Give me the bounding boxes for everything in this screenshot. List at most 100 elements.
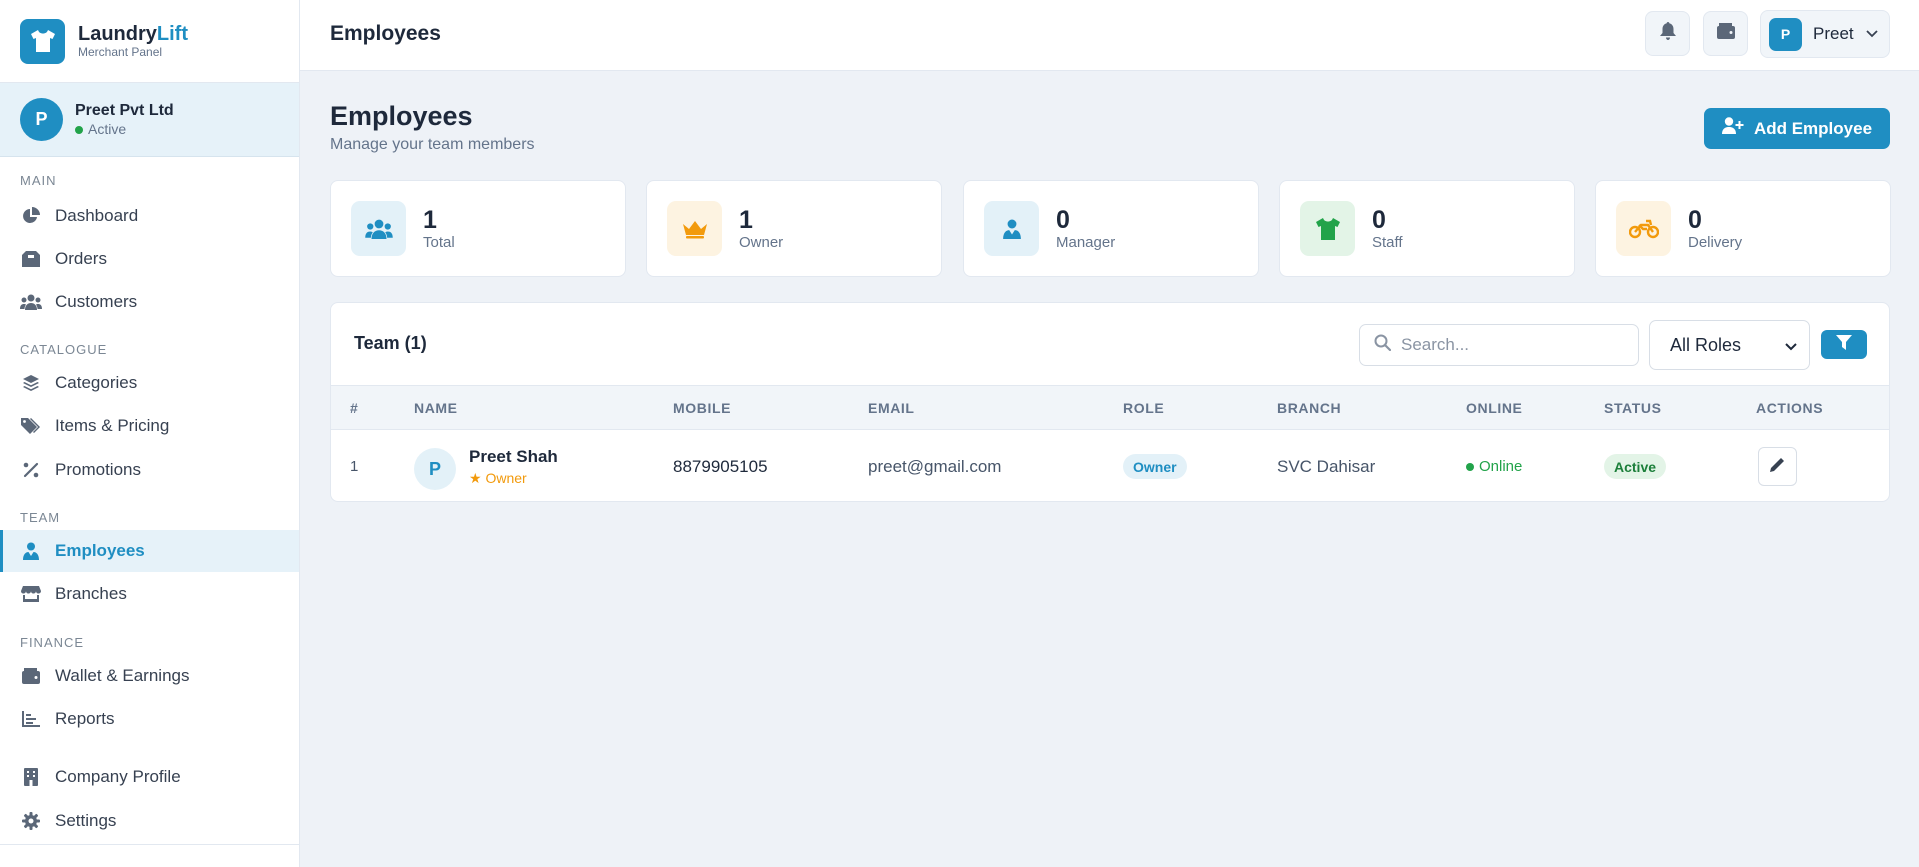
percent-icon [20,462,42,478]
page-title: Employees [330,101,473,131]
column-mobile: MOBILE [673,400,732,416]
table-row: 1 P Preet Shah ★ Owner 8879905105 preet@… [331,430,1889,501]
stat-value: 0 [1688,205,1702,234]
bell-icon [1659,22,1676,45]
search-input[interactable] [1401,335,1621,355]
notifications-button[interactable] [1645,11,1690,56]
status-badge: Active [1604,454,1667,479]
employee-name: Preet Shah [469,447,558,466]
section-team: TEAM [20,510,61,525]
stat-value: 0 [1372,205,1386,234]
wallet-icon [20,668,42,684]
column-name: NAME [414,400,458,416]
employee-mobile: 8879905105 [673,457,768,476]
wallet-icon [1716,23,1735,44]
crown-icon [667,201,722,256]
column-online: ONLINE [1466,400,1523,416]
stat-label: Owner [739,233,784,251]
sidebar-item-company-profile[interactable]: Company Profile [0,756,299,798]
column-status: STATUS [1604,400,1662,416]
section-main: MAIN [20,173,57,188]
online-status: Online [1466,458,1522,475]
stat-card-staff: 0 Staff [1279,180,1575,277]
role-filter-value: All Roles [1670,334,1742,355]
add-employee-button[interactable]: Add Employee [1704,108,1890,149]
sidebar-item-employees[interactable]: Employees [0,530,299,572]
chart-pie-icon [20,207,42,225]
user-plus-icon [1721,117,1754,140]
company-name: Preet Pvt Ltd [75,102,174,119]
page-subtitle: Manage your team members [330,136,535,153]
sidebar-item-reports[interactable]: Reports [0,698,299,740]
box-icon [20,251,42,267]
stat-label: Delivery [1688,233,1743,251]
user-tie-icon [984,201,1039,256]
layers-icon [20,374,42,392]
tshirt-icon [20,18,65,64]
tags-icon [20,417,42,435]
stat-label: Staff [1372,233,1403,251]
search-field[interactable] [1359,324,1639,366]
user-name: Preet [1813,24,1854,43]
sidebar-item-branches[interactable]: Branches [0,573,299,615]
sidebar-item-settings[interactable]: Settings [0,800,299,842]
building-icon [20,768,42,786]
shirt-icon [1300,201,1355,256]
chevron-down-icon [1785,335,1797,356]
sidebar-item-customers[interactable]: Customers [0,281,299,323]
sidebar-item-categories[interactable]: Categories [0,362,299,404]
stat-value: 0 [1056,205,1070,234]
topbar-title: Employees [330,22,441,45]
stat-card-manager: 0 Manager [963,180,1259,277]
sidebar-item-dashboard[interactable]: Dashboard [0,195,299,237]
sidebar-item-wallet[interactable]: Wallet & Earnings [0,655,299,697]
user-menu-button[interactable]: P Preet [1760,10,1890,58]
team-card: Team (1) All Roles # NAME MOBILE EMAIL R… [330,302,1890,502]
brand[interactable]: LaundryLift Merchant Panel [0,0,299,83]
users-icon [20,294,42,310]
sidebar-item-items-pricing[interactable]: Items & Pricing [0,405,299,447]
team-title: Team (1) [354,333,427,353]
user-tie-icon [20,542,42,560]
online-dot-icon [1466,462,1474,471]
search-icon [1374,334,1392,356]
sidebar: LaundryLift Merchant Panel P Preet Pvt L… [0,0,300,867]
sidebar-divider [0,844,299,845]
column-email: EMAIL [868,400,915,416]
topbar: Employees P Preet [300,0,1919,71]
employee-branch: SVC Dahisar [1277,457,1376,476]
bar-chart-icon [20,711,42,727]
company-card[interactable]: P Preet Pvt Ltd Active [0,83,299,157]
status-dot-icon [75,125,83,134]
column-branch: BRANCH [1277,400,1342,416]
stat-card-delivery: 0 Delivery [1595,180,1891,277]
user-avatar: P [1769,17,1802,51]
employee-role-tag: ★ Owner [469,470,527,486]
sidebar-item-orders[interactable]: Orders [0,238,299,280]
column-num: # [350,400,359,416]
column-role: ROLE [1123,400,1165,416]
role-badge: Owner [1123,454,1187,479]
table-header: # NAME MOBILE EMAIL ROLE BRANCH ONLINE S… [331,385,1889,430]
company-status: Active [75,121,174,138]
users-icon [351,201,406,256]
brand-name: LaundryLift [78,22,188,45]
pencil-icon [1770,457,1785,477]
brand-subtitle: Merchant Panel [78,44,163,59]
section-catalogue: CATALOGUE [20,342,108,357]
column-actions: ACTIONS [1756,400,1824,416]
role-filter-select[interactable]: All Roles [1649,320,1810,370]
filter-button[interactable] [1821,330,1867,359]
row-number: 1 [350,458,359,475]
filter-icon [1836,334,1852,355]
wallet-button[interactable] [1703,11,1748,56]
motorcycle-icon [1616,201,1671,256]
edit-button[interactable] [1758,447,1797,486]
stat-card-owner: 1 Owner [646,180,942,277]
sidebar-item-promotions[interactable]: Promotions [0,449,299,491]
employee-avatar: P [414,448,456,490]
stat-value: 1 [739,205,753,234]
stat-label: Manager [1056,233,1116,251]
stat-label: Total [423,233,455,251]
stat-card-total: 1 Total [330,180,626,277]
